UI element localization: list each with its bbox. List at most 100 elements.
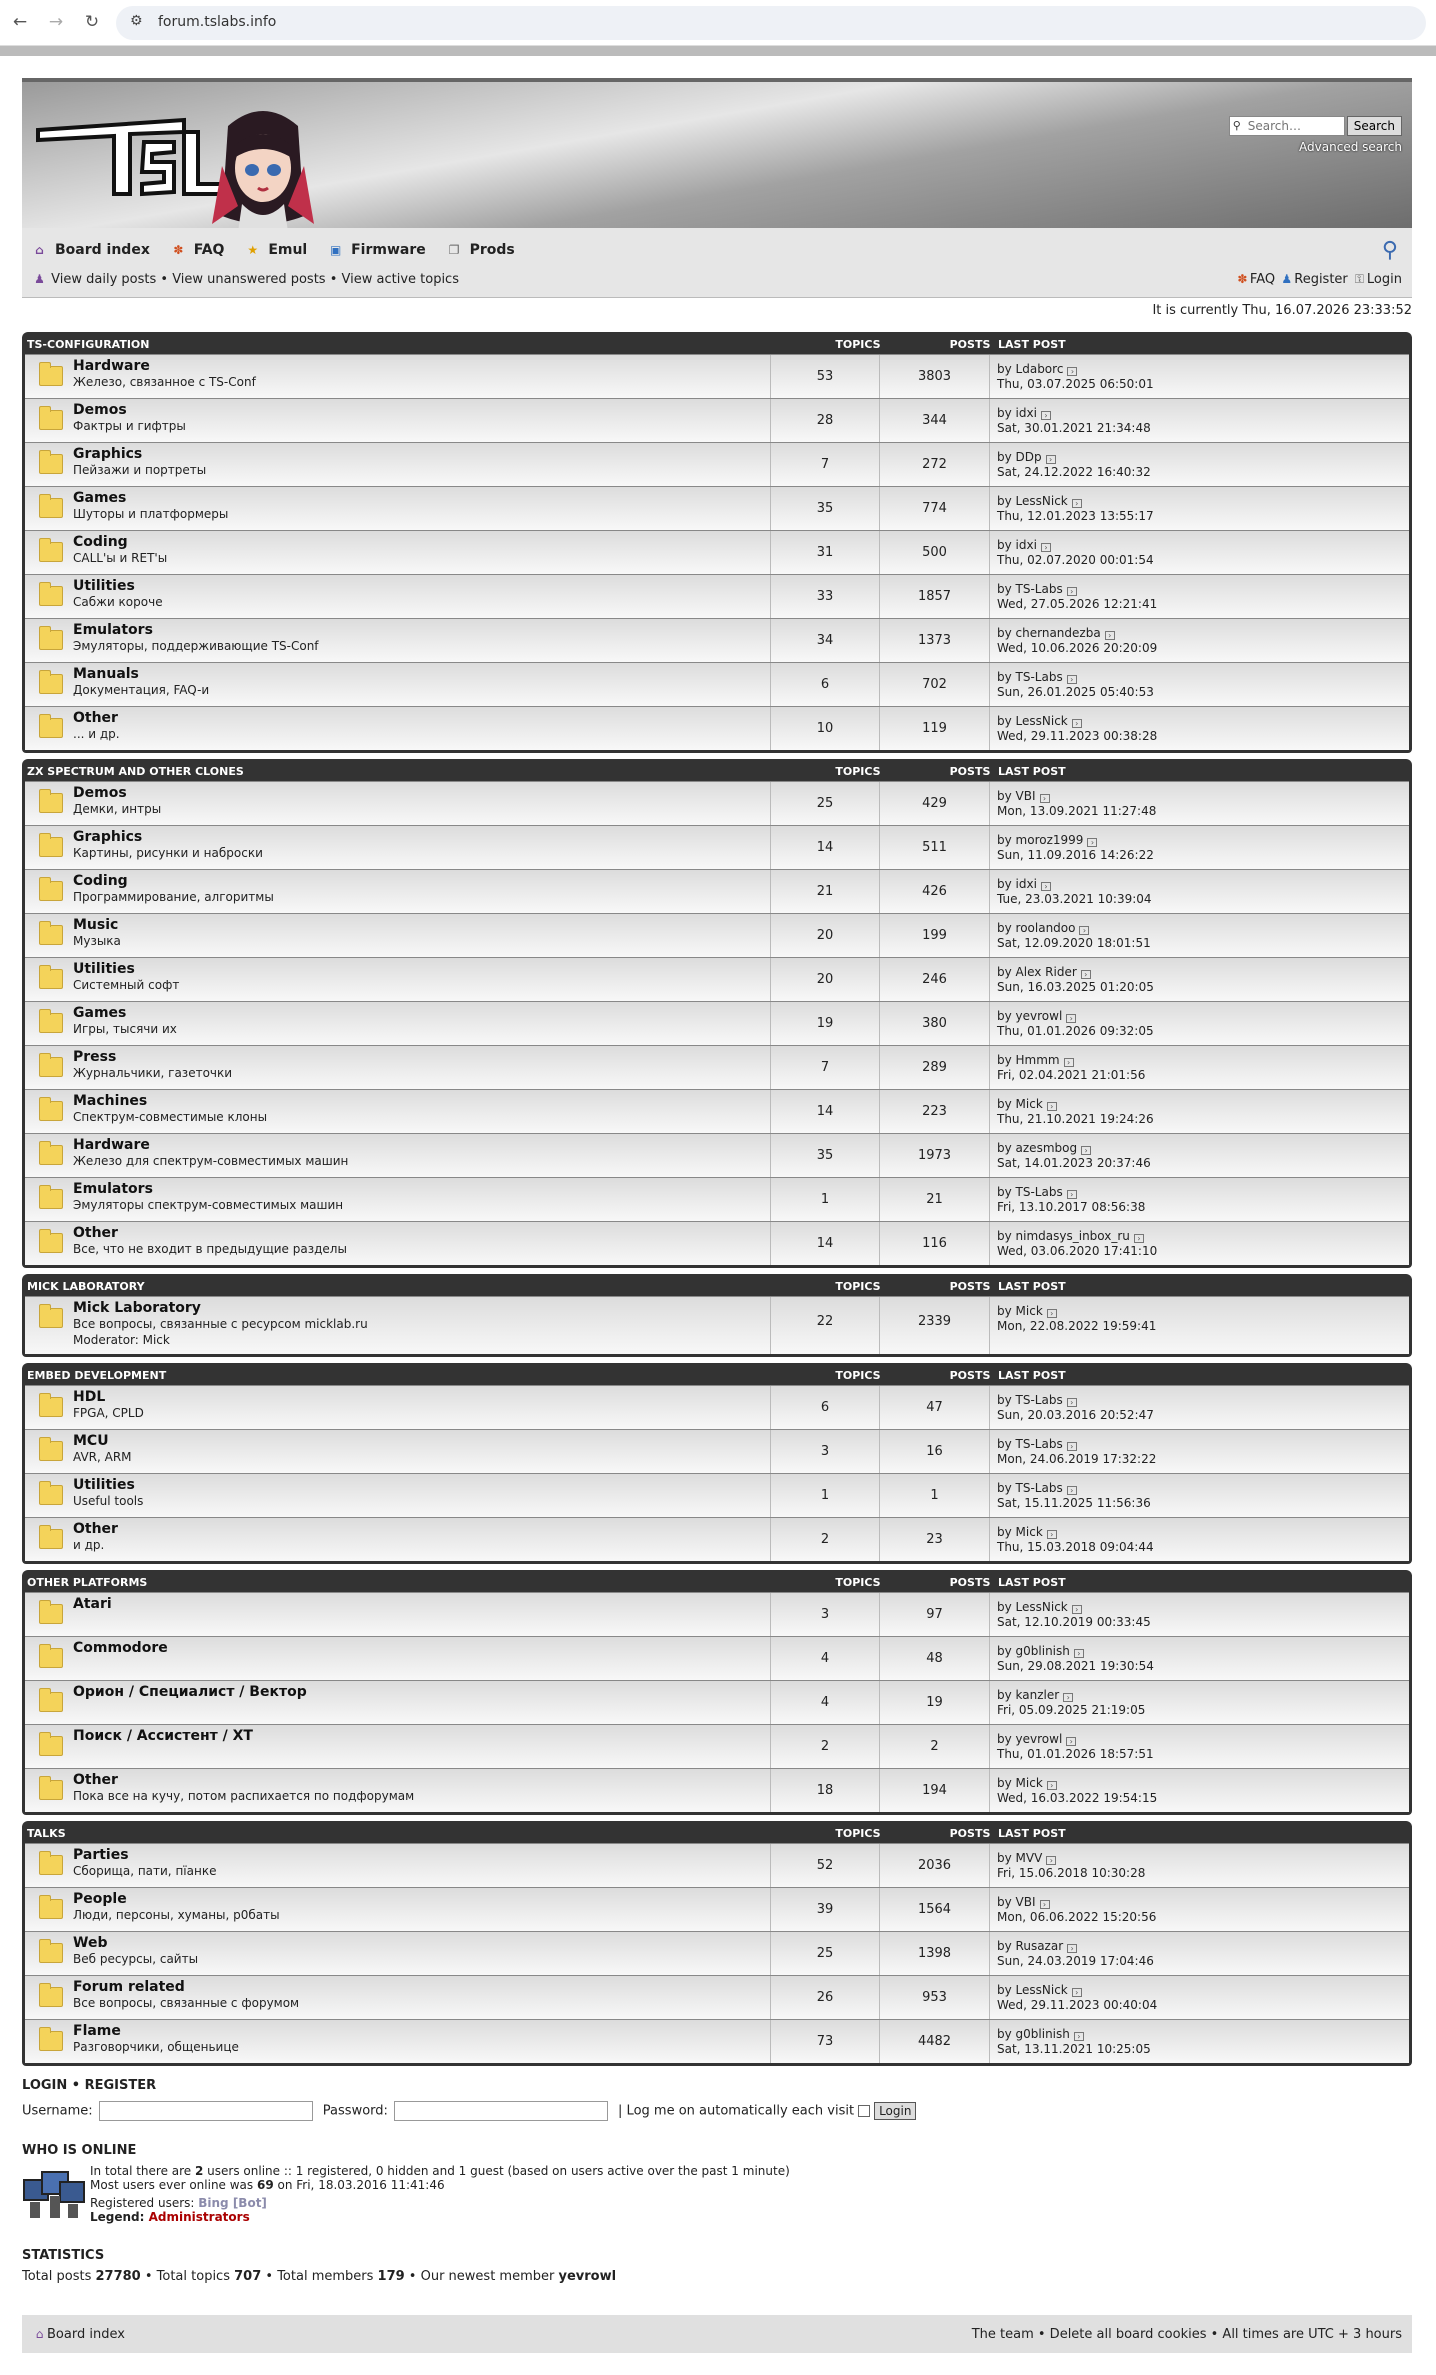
- forum-title-link[interactable]: Music: [73, 917, 118, 933]
- forum-title-link[interactable]: Utilities: [73, 1477, 135, 1493]
- login-button[interactable]: Login: [874, 2102, 917, 2120]
- view-latest-post-icon[interactable]: ›: [1066, 1486, 1077, 1495]
- remember-checkbox[interactable]: [858, 2105, 871, 2117]
- last-post-author[interactable]: by TS-Labs: [997, 670, 1063, 684]
- category-name[interactable]: ZX Spectrum and other clones: [27, 765, 244, 778]
- login-title[interactable]: LOGIN • REGISTER: [22, 2078, 1412, 2093]
- forum-title-link[interactable]: Press: [73, 1049, 116, 1065]
- last-post-author[interactable]: by VBI: [997, 1895, 1036, 1909]
- view-unanswered-link[interactable]: View unanswered posts: [172, 272, 325, 287]
- view-latest-post-icon[interactable]: ›: [1081, 1146, 1092, 1155]
- last-post-author[interactable]: by g0blinish: [997, 1644, 1070, 1658]
- view-latest-post-icon[interactable]: ›: [1046, 1856, 1057, 1865]
- last-post-author[interactable]: by LessNick: [997, 1983, 1068, 1997]
- view-latest-post-icon[interactable]: ›: [1066, 1190, 1077, 1199]
- last-post-author[interactable]: by TS-Labs: [997, 1437, 1063, 1451]
- view-latest-post-icon[interactable]: ›: [1066, 675, 1077, 684]
- last-post-author[interactable]: by Ldaborc: [997, 362, 1063, 376]
- nav-board-index[interactable]: ⌂ Board index: [32, 242, 158, 258]
- forum-title-link[interactable]: MCU: [73, 1433, 109, 1449]
- view-latest-post-icon[interactable]: ›: [1046, 1309, 1057, 1318]
- forum-title-link[interactable]: People: [73, 1891, 127, 1907]
- view-latest-post-icon[interactable]: ›: [1104, 631, 1115, 640]
- username-input[interactable]: [98, 2101, 313, 2121]
- view-latest-post-icon[interactable]: ›: [1040, 543, 1051, 552]
- password-input[interactable]: [393, 2101, 608, 2121]
- last-post-author[interactable]: by TS-Labs: [997, 582, 1063, 596]
- forum-title-link[interactable]: Demos: [73, 402, 127, 418]
- forum-title-link[interactable]: Hardware: [73, 358, 150, 374]
- forward-icon[interactable]: →: [44, 10, 68, 34]
- footer-links[interactable]: The team • Delete all board cookies • Al…: [972, 2327, 1402, 2342]
- view-latest-post-icon[interactable]: ›: [1040, 882, 1051, 891]
- nav-firmware[interactable]: ▣ Firmware: [328, 242, 434, 258]
- forum-title-link[interactable]: Emulators: [73, 1181, 153, 1197]
- footer-board-index[interactable]: Board index: [47, 2327, 125, 2342]
- forum-title-link[interactable]: Utilities: [73, 961, 135, 977]
- forum-title-link[interactable]: Emulators: [73, 622, 153, 638]
- forum-title-link[interactable]: Other: [73, 1521, 118, 1537]
- forum-title-link[interactable]: Commodore: [73, 1640, 168, 1656]
- view-latest-post-icon[interactable]: ›: [1071, 719, 1082, 728]
- category-name[interactable]: Talks: [27, 1827, 66, 1840]
- forum-title-link[interactable]: Demos: [73, 785, 127, 801]
- last-post-author[interactable]: by g0blinish: [997, 2027, 1070, 2041]
- nav-faq[interactable]: ✽ FAQ: [171, 242, 233, 258]
- site-logo[interactable]: [34, 112, 226, 197]
- forum-title-link[interactable]: Machines: [73, 1093, 147, 1109]
- last-post-author[interactable]: by TS-Labs: [997, 1393, 1063, 1407]
- last-post-author[interactable]: by nimdasys_inbox_ru: [997, 1229, 1130, 1243]
- last-post-author[interactable]: by chernandezba: [997, 626, 1101, 640]
- forum-title-link[interactable]: Forum related: [73, 1979, 185, 1995]
- forum-title-link[interactable]: Орион / Специалист / Вектор: [73, 1684, 307, 1700]
- category-name[interactable]: Embed development: [27, 1369, 166, 1382]
- view-daily-link[interactable]: View daily posts: [51, 272, 156, 287]
- newest-member-link[interactable]: yevrowl: [558, 2269, 616, 2284]
- reload-icon[interactable]: ↻: [80, 10, 104, 34]
- forum-title-link[interactable]: Поиск / Ассистент / XT: [73, 1728, 253, 1744]
- forum-title-link[interactable]: Other: [73, 1772, 118, 1788]
- view-latest-post-icon[interactable]: ›: [1045, 455, 1056, 464]
- address-bar[interactable]: ⚙ forum.tslabs.info: [116, 6, 1426, 40]
- view-latest-post-icon[interactable]: ›: [1073, 2032, 1084, 2041]
- view-latest-post-icon[interactable]: ›: [1067, 1944, 1078, 1953]
- last-post-author[interactable]: by TS-Labs: [997, 1185, 1063, 1199]
- last-post-author[interactable]: by idxi: [997, 406, 1037, 420]
- view-latest-post-icon[interactable]: ›: [1067, 367, 1078, 376]
- last-post-author[interactable]: by azesmbog: [997, 1141, 1077, 1155]
- forum-title-link[interactable]: Other: [73, 710, 118, 726]
- last-post-author[interactable]: by LessNick: [997, 494, 1068, 508]
- view-latest-post-icon[interactable]: ›: [1080, 970, 1091, 979]
- forum-title-link[interactable]: Atari: [73, 1596, 112, 1612]
- last-post-author[interactable]: by kanzler: [997, 1688, 1059, 1702]
- view-latest-post-icon[interactable]: ›: [1087, 838, 1098, 847]
- last-post-author[interactable]: by Hmmm: [997, 1053, 1060, 1067]
- view-latest-post-icon[interactable]: ›: [1046, 1102, 1057, 1111]
- last-post-author[interactable]: by Rusazar: [997, 1939, 1063, 1953]
- forum-title-link[interactable]: Games: [73, 490, 126, 506]
- forum-title-link[interactable]: Parties: [73, 1847, 129, 1863]
- view-latest-post-icon[interactable]: ›: [1071, 1988, 1082, 1997]
- forum-title-link[interactable]: Coding: [73, 873, 128, 889]
- register-link[interactable]: Register: [1294, 272, 1348, 287]
- last-post-author[interactable]: by Alex Rider: [997, 965, 1077, 979]
- last-post-author[interactable]: by idxi: [997, 877, 1037, 891]
- forum-title-link[interactable]: Graphics: [73, 446, 142, 462]
- administrators-link[interactable]: Administrators: [149, 2210, 250, 2224]
- forum-title-link[interactable]: Flame: [73, 2023, 121, 2039]
- forum-title-link[interactable]: Coding: [73, 534, 128, 550]
- forum-title-link[interactable]: Mick Laboratory: [73, 1300, 201, 1316]
- last-post-author[interactable]: by TS-Labs: [997, 1481, 1063, 1495]
- forum-title-link[interactable]: Utilities: [73, 578, 135, 594]
- accessibility-icon[interactable]: ⚲: [1382, 238, 1398, 263]
- forum-title-link[interactable]: Other: [73, 1225, 118, 1241]
- back-icon[interactable]: ←: [8, 10, 32, 34]
- forum-title-link[interactable]: Graphics: [73, 829, 142, 845]
- last-post-author[interactable]: by Mick: [997, 1304, 1043, 1318]
- view-latest-post-icon[interactable]: ›: [1039, 794, 1050, 803]
- last-post-author[interactable]: by Mick: [997, 1776, 1043, 1790]
- view-latest-post-icon[interactable]: ›: [1079, 926, 1090, 935]
- category-name[interactable]: Other platforms: [27, 1576, 147, 1589]
- view-latest-post-icon[interactable]: ›: [1063, 1058, 1074, 1067]
- view-latest-post-icon[interactable]: ›: [1066, 1737, 1077, 1746]
